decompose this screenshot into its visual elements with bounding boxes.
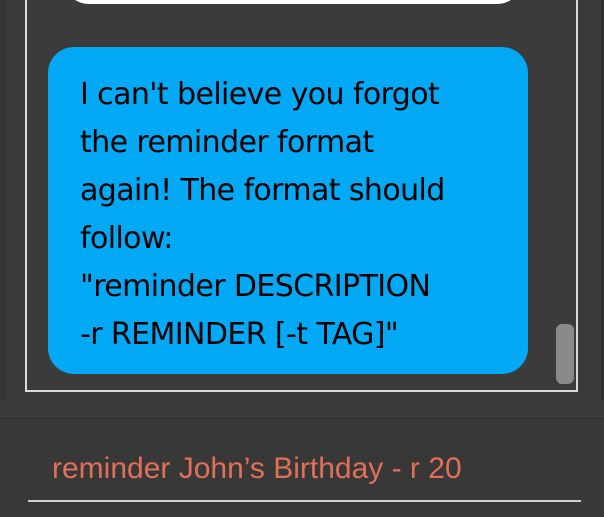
input-area bbox=[0, 418, 604, 517]
window-scroll-track bbox=[0, 0, 6, 400]
command-input[interactable] bbox=[28, 444, 581, 502]
previous-message-bubble bbox=[63, 0, 523, 4]
message-text: I can't believe you forgot the reminder … bbox=[80, 77, 445, 352]
chat-scrollbar-thumb[interactable] bbox=[556, 324, 574, 384]
chat-panel: I can't believe you forgot the reminder … bbox=[25, 0, 578, 392]
message-bubble: I can't believe you forgot the reminder … bbox=[48, 47, 528, 374]
